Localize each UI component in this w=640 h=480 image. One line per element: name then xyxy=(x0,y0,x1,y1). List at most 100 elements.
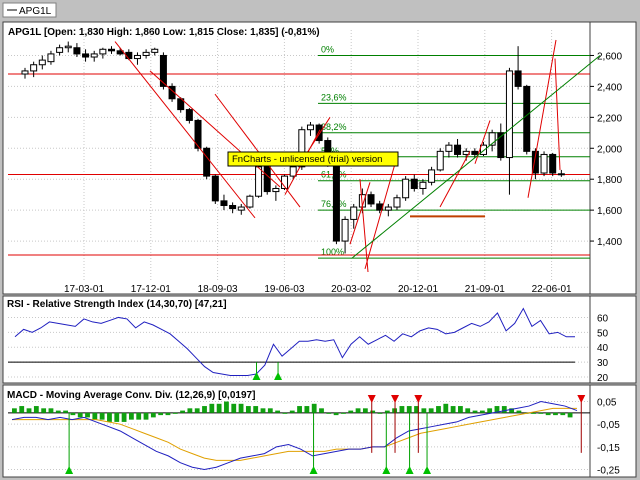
watermark-text: FnCharts - unlicensed (trial) version xyxy=(232,154,382,165)
macd-histogram-bar xyxy=(377,412,383,414)
candle-body xyxy=(402,178,410,199)
price-xtick-5: 20-12-01 xyxy=(398,284,438,295)
macd-histogram-bar xyxy=(143,412,149,420)
candle-body xyxy=(341,218,349,242)
macd-histogram-bar xyxy=(450,406,456,413)
macd-histogram-bar xyxy=(531,412,536,414)
macd-histogram-bar xyxy=(362,408,368,413)
macd-histogram-bar xyxy=(553,412,558,416)
candle-body xyxy=(151,48,159,53)
rsi-ytick-2: 40 xyxy=(597,343,609,354)
candle-body xyxy=(38,59,46,66)
macd-histogram-bar xyxy=(458,406,463,413)
macd-histogram-bar xyxy=(158,412,164,416)
macd-histogram-bar xyxy=(33,406,39,413)
price-ytick-1: 1,600 xyxy=(597,206,622,217)
candle-body xyxy=(99,48,107,55)
macd-histogram-bar xyxy=(99,412,105,420)
candle-body xyxy=(108,48,116,52)
fib-label-0: 0% xyxy=(321,44,334,54)
rsi-ytick-1: 30 xyxy=(597,358,609,369)
macd-histogram-bar xyxy=(406,406,412,413)
candle-body xyxy=(185,109,193,121)
candle xyxy=(436,148,444,172)
macd-histogram-bar xyxy=(567,412,573,418)
macd-histogram-bar xyxy=(282,412,288,414)
macd-histogram-bar xyxy=(165,412,171,416)
symbol-tab[interactable]: APG1L xyxy=(2,2,57,18)
macd-histogram-bar xyxy=(187,408,193,413)
macd-histogram-bar xyxy=(245,406,251,413)
macd-histogram-bar xyxy=(399,406,405,413)
candle-body xyxy=(410,178,418,189)
price-ytick-0: 1,400 xyxy=(597,237,622,248)
candle-body xyxy=(384,206,392,211)
candle xyxy=(246,194,254,209)
candle-body xyxy=(471,150,479,155)
macd-ytick-3: -0,25 xyxy=(597,465,620,476)
macd-histogram-bar xyxy=(180,410,185,413)
candle xyxy=(203,146,211,180)
rsi-ytick-4: 60 xyxy=(597,313,609,324)
price-xtick-6: 21-09-01 xyxy=(465,284,505,295)
candle-body xyxy=(30,64,38,72)
macd-histogram-bar xyxy=(150,412,156,418)
macd-histogram-bar xyxy=(341,412,346,414)
macd-histogram-bar xyxy=(348,410,354,413)
candle-body xyxy=(549,153,557,174)
chart-root: APG1L APG1L [Open: 1,830 High: 1,860 Low:… xyxy=(0,0,640,480)
candle-body xyxy=(540,153,548,174)
macd-histogram-bar xyxy=(297,406,302,413)
rsi-title: RSI - Relative Strength Index (14,30,70)… xyxy=(7,299,227,310)
candle xyxy=(263,165,271,195)
candle xyxy=(211,174,219,204)
macd-histogram-bar xyxy=(289,410,295,413)
macd-histogram-bar xyxy=(428,408,434,413)
candle-body xyxy=(454,144,462,155)
candle-body xyxy=(436,150,444,171)
fib-label-1: 23,6% xyxy=(321,92,347,102)
price-xtick-0: 17-03-01 xyxy=(64,284,104,295)
candle xyxy=(281,174,289,191)
candle-body xyxy=(263,166,271,193)
macd-histogram-bar xyxy=(465,408,471,413)
price-ytick-3: 2,000 xyxy=(597,144,622,155)
macd-histogram-bar xyxy=(77,412,83,418)
candle xyxy=(549,152,557,177)
macd-ytick-0: 0,05 xyxy=(597,398,617,409)
price-xtick-4: 20-03-02 xyxy=(331,284,371,295)
candle-body xyxy=(428,169,436,183)
candle-body xyxy=(47,53,55,63)
macd-histogram-bar xyxy=(560,412,566,416)
rsi-ytick-0: 20 xyxy=(597,373,609,384)
macd-histogram-bar xyxy=(370,410,376,413)
fib-label-2: 38,2% xyxy=(321,122,347,132)
price-xtick-3: 19-06-03 xyxy=(264,284,304,295)
price-ytick-4: 2,200 xyxy=(597,113,622,124)
candle xyxy=(428,166,436,186)
macd-histogram-bar xyxy=(487,408,493,413)
macd-histogram-bar xyxy=(355,408,361,413)
macd-ytick-2: -0,15 xyxy=(597,443,620,454)
candle-body xyxy=(505,70,513,159)
macd-histogram-bar xyxy=(311,403,317,413)
candle-body xyxy=(445,144,453,152)
macd-histogram-bar xyxy=(136,412,142,420)
macd-histogram-bar xyxy=(501,406,507,413)
candle-body xyxy=(523,85,531,152)
candle-body xyxy=(255,166,263,197)
candle-body xyxy=(220,200,228,206)
macd-histogram-bar xyxy=(128,412,134,420)
macd-histogram-bar xyxy=(41,408,47,413)
macd-histogram-bar xyxy=(267,408,273,413)
macd-histogram-bar xyxy=(107,412,112,422)
macd-histogram-bar xyxy=(85,412,90,418)
candle-body xyxy=(350,206,358,220)
candle-body xyxy=(125,51,133,60)
candle-body xyxy=(367,194,375,205)
candle-body xyxy=(514,70,522,87)
candle-body xyxy=(64,45,72,49)
macd-histogram-bar xyxy=(472,410,478,413)
macd-histogram-bar xyxy=(238,403,244,413)
candle xyxy=(159,52,167,90)
